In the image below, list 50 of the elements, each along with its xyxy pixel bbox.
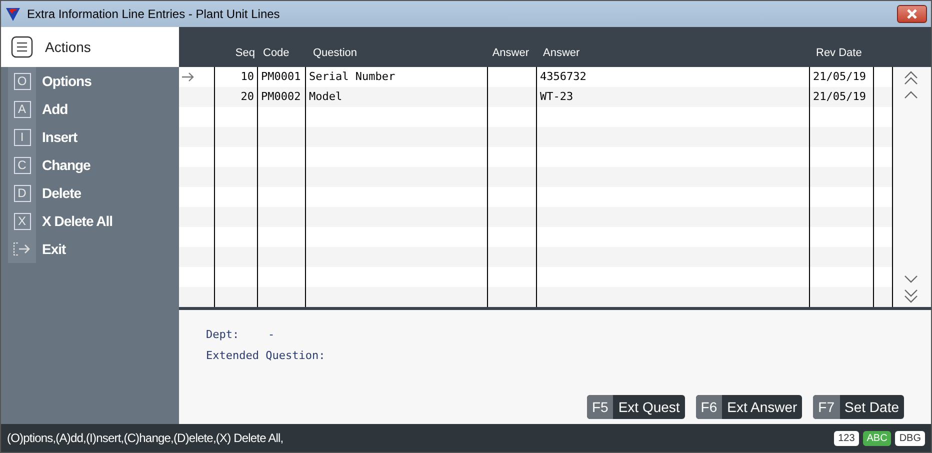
table-cell-text: 10 xyxy=(240,68,255,85)
column-header: Question xyxy=(312,46,358,60)
key-icon: D xyxy=(14,184,30,202)
table-cell-text: 4356732 xyxy=(539,68,588,85)
action-item[interactable]: D Delete xyxy=(8,179,179,207)
table-cell-text: PM0001 xyxy=(260,68,302,85)
table-cell-text: 20 xyxy=(240,88,255,105)
scroll-bottom-icon[interactable] xyxy=(903,289,919,303)
key-icon: A xyxy=(14,100,30,118)
table-cell-text: Model xyxy=(308,88,344,105)
status-indicator: DBG xyxy=(895,430,925,446)
close-icon xyxy=(906,9,918,19)
exit-icon xyxy=(13,242,31,256)
action-item[interactable]: I Insert xyxy=(8,123,179,151)
key-icon: C xyxy=(14,156,30,174)
status-text: (O)ptions,(A)dd,(I)nsert,(C)hange,(D)elete,(X) Delete All, xyxy=(7,430,284,447)
action-item[interactable]: A Add xyxy=(8,95,179,123)
scroll-top-icon[interactable] xyxy=(903,71,919,85)
menu-icon[interactable] xyxy=(11,36,33,58)
key-icon: I xyxy=(14,128,30,146)
status-indicator: ABC xyxy=(862,430,892,446)
actions-title: Actions xyxy=(45,38,91,56)
action-item[interactable]: O Options xyxy=(8,67,179,95)
key-icon: X xyxy=(14,212,30,230)
key-icon: O xyxy=(14,72,30,90)
table-cell-text: 21/05/19 xyxy=(812,88,867,105)
scroll-up-icon[interactable] xyxy=(904,91,918,99)
function-key-button[interactable]: F7 Set Date xyxy=(813,395,904,419)
detail-line: Extended Question: xyxy=(206,348,326,364)
close-button[interactable] xyxy=(897,5,927,23)
status-indicator: 123 xyxy=(834,430,859,446)
current-row-arrow-icon xyxy=(182,72,195,82)
window-title: Extra Information Line Entries - Plant Unit Lines xyxy=(27,6,280,23)
detail-line: Dept: - xyxy=(206,327,275,343)
column-header: Answer xyxy=(542,46,581,60)
app-logo-icon xyxy=(5,6,21,22)
table-cell-text: Serial Number xyxy=(308,68,396,85)
function-key-button[interactable]: F6 Ext Answer xyxy=(696,395,802,419)
column-header: Code xyxy=(262,46,290,60)
table-cell-text: 21/05/19 xyxy=(812,68,867,85)
table-cell-text: PM0002 xyxy=(260,88,302,105)
scroll-down-icon[interactable] xyxy=(904,275,918,283)
action-item[interactable]: X X Delete All xyxy=(8,207,179,235)
column-header: Seq xyxy=(234,46,256,60)
column-header: Answer xyxy=(491,46,530,60)
action-item[interactable]: C Change xyxy=(8,151,179,179)
table-cell-text: WT-23 xyxy=(539,88,574,105)
action-item[interactable]: Exit xyxy=(8,235,179,263)
function-key-button[interactable]: F5 Ext Quest xyxy=(586,395,685,419)
column-header: Rev Date xyxy=(815,46,863,60)
